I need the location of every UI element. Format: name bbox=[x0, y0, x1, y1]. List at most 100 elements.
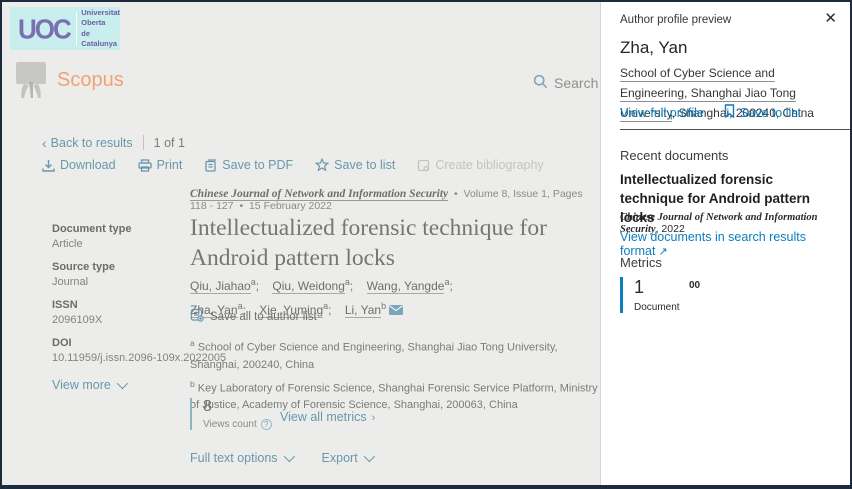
author-profile-preview-panel: Author profile preview ✕ Zha, Yan School… bbox=[600, 2, 850, 485]
author-separator: ; bbox=[328, 303, 331, 317]
download-label: Download bbox=[60, 158, 116, 172]
save-all-authors-label: Save all to author list bbox=[210, 311, 317, 323]
full-text-options-label: Full text options bbox=[190, 451, 278, 465]
help-icon[interactable]: ? bbox=[261, 419, 272, 430]
author-affil-sup: b bbox=[381, 301, 386, 311]
views-count-metric: 8 Views count ? bbox=[190, 398, 272, 430]
author-separator: ; bbox=[449, 279, 452, 293]
document-count-metric: 1 Document bbox=[620, 277, 680, 313]
export-dropdown[interactable]: Export bbox=[322, 451, 372, 465]
author: Wang, Yangdea; bbox=[367, 279, 453, 293]
app-window: UOC Universitat Oberta de Catalunya Scop… bbox=[0, 0, 852, 489]
elsevier-tree-icon bbox=[12, 60, 50, 105]
document-title: Intellectualized forensic technique for … bbox=[190, 213, 610, 273]
author-separator: ; bbox=[350, 279, 353, 293]
save-to-pdf-label: Save to PDF bbox=[222, 158, 293, 172]
uoc-name-line2: Oberta bbox=[81, 18, 105, 27]
document-actions: Full text options Export bbox=[190, 451, 372, 465]
author-link[interactable]: Qiu, Jiahao bbox=[190, 279, 251, 294]
uoc-name-line3: de Catalunya bbox=[81, 29, 117, 48]
create-bibliography-button: Create bibliography bbox=[417, 158, 543, 172]
document-count-value: 1 bbox=[634, 277, 680, 298]
view-full-profile-label: View full profile bbox=[620, 106, 704, 120]
nav-divider bbox=[143, 135, 144, 150]
search-icon bbox=[533, 74, 548, 92]
print-label: Print bbox=[157, 158, 183, 172]
results-nav: ‹ Back to results 1 of 1 bbox=[42, 135, 185, 150]
panel-divider bbox=[620, 129, 850, 130]
back-to-results-label: Back to results bbox=[51, 136, 133, 150]
views-label-text: Views count bbox=[203, 419, 257, 430]
meta-label: ISSN bbox=[52, 299, 192, 311]
search-button[interactable]: Search bbox=[533, 74, 598, 92]
author-actions: View full profile Save to list bbox=[620, 104, 801, 121]
meta-value: Journal bbox=[52, 276, 192, 288]
document-count-label: Document bbox=[634, 302, 680, 313]
recent-documents-heading: Recent documents bbox=[620, 148, 728, 163]
author-link[interactable]: Qiu, Weidong bbox=[272, 279, 345, 294]
create-bibliography-label: Create bibliography bbox=[435, 158, 543, 172]
back-to-results-link[interactable]: ‹ Back to results bbox=[42, 136, 133, 150]
author-link[interactable]: Li, Yan bbox=[345, 303, 381, 318]
document-toolbar: Download Print Save to PDF bbox=[42, 158, 544, 172]
bibliography-icon bbox=[417, 159, 430, 172]
citations-value: 00 bbox=[689, 280, 700, 291]
printer-icon bbox=[138, 159, 152, 172]
document-details-page: UOC Universitat Oberta de Catalunya Scop… bbox=[2, 2, 600, 485]
save-all-authors-button[interactable]: Save all to author list bbox=[190, 308, 317, 325]
bullet: • bbox=[454, 188, 458, 200]
affiliation-a: a School of Cyber Science and Engineerin… bbox=[190, 335, 602, 374]
email-icon[interactable] bbox=[389, 301, 403, 321]
source-line: Chinese Journal of Network and Informati… bbox=[190, 188, 600, 212]
bullet: • bbox=[239, 200, 243, 212]
meta-value: 10.11959/j.issn.2096-109x.2022005 bbox=[52, 352, 192, 364]
save-author-to-list-label: Save to list bbox=[740, 106, 801, 120]
bookmark-icon bbox=[724, 104, 735, 121]
chevron-down-icon bbox=[117, 378, 128, 389]
save-to-pdf-button[interactable]: Save to PDF bbox=[204, 158, 293, 172]
download-icon bbox=[42, 159, 55, 172]
chevron-left-icon: ‹ bbox=[42, 136, 47, 150]
export-label: Export bbox=[322, 451, 358, 465]
panel-title: Author profile preview bbox=[620, 14, 731, 26]
pdf-document-icon bbox=[204, 159, 217, 172]
author-name: Zha, Yan bbox=[620, 38, 687, 58]
view-documents-link[interactable]: View documents in search results format↗ bbox=[620, 230, 850, 258]
panel-metrics-heading: Metrics bbox=[620, 255, 662, 270]
chevron-down-icon bbox=[283, 451, 294, 462]
affiliation-text: School of Cyber Science and Engineering,… bbox=[190, 342, 558, 371]
meta-label: Source type bbox=[52, 261, 192, 273]
author: Qiu, Jiahaoa; bbox=[190, 279, 259, 293]
scopus-wordmark[interactable]: Scopus bbox=[57, 69, 124, 92]
search-label: Search bbox=[554, 75, 598, 91]
meta-value: Article bbox=[52, 238, 192, 250]
views-count-label: Views count ? bbox=[203, 419, 272, 430]
chevron-down-icon bbox=[363, 451, 374, 462]
author: Li, Yanb bbox=[345, 303, 403, 317]
add-to-list-icon bbox=[190, 308, 204, 325]
meta-label: Document type bbox=[52, 223, 192, 235]
result-position: 1 of 1 bbox=[154, 136, 185, 150]
uoc-name: Universitat Oberta de Catalunya bbox=[76, 8, 120, 49]
author: Qiu, Weidonga; bbox=[272, 279, 353, 293]
full-text-options-dropdown[interactable]: Full text options bbox=[190, 451, 292, 465]
document-metadata-sidebar: Document type Article Source type Journa… bbox=[52, 223, 192, 392]
view-all-metrics-link[interactable]: View all metrics› bbox=[280, 410, 375, 424]
star-icon bbox=[315, 158, 329, 172]
author-separator: ; bbox=[256, 279, 259, 293]
download-button[interactable]: Download bbox=[42, 158, 116, 172]
view-documents-label: View documents in search results format bbox=[620, 230, 806, 258]
journal-link[interactable]: Chinese Journal of Network and Informati… bbox=[190, 188, 448, 200]
save-to-list-button[interactable]: Save to list bbox=[315, 158, 395, 172]
view-all-metrics-label: View all metrics bbox=[280, 410, 367, 424]
author-link[interactable]: Wang, Yangde bbox=[367, 279, 445, 294]
save-to-list-label: Save to list bbox=[334, 158, 395, 172]
view-full-profile-link[interactable]: View full profile bbox=[620, 106, 704, 120]
uoc-acronym: UOC bbox=[10, 15, 76, 42]
meta-value: 2096109X bbox=[52, 314, 192, 326]
print-button[interactable]: Print bbox=[138, 158, 183, 172]
view-more-link[interactable]: View more bbox=[52, 378, 192, 392]
uoc-name-line1: Universitat bbox=[81, 8, 120, 17]
save-author-to-list-button[interactable]: Save to list bbox=[724, 104, 801, 121]
close-icon[interactable]: ✕ bbox=[824, 9, 837, 27]
